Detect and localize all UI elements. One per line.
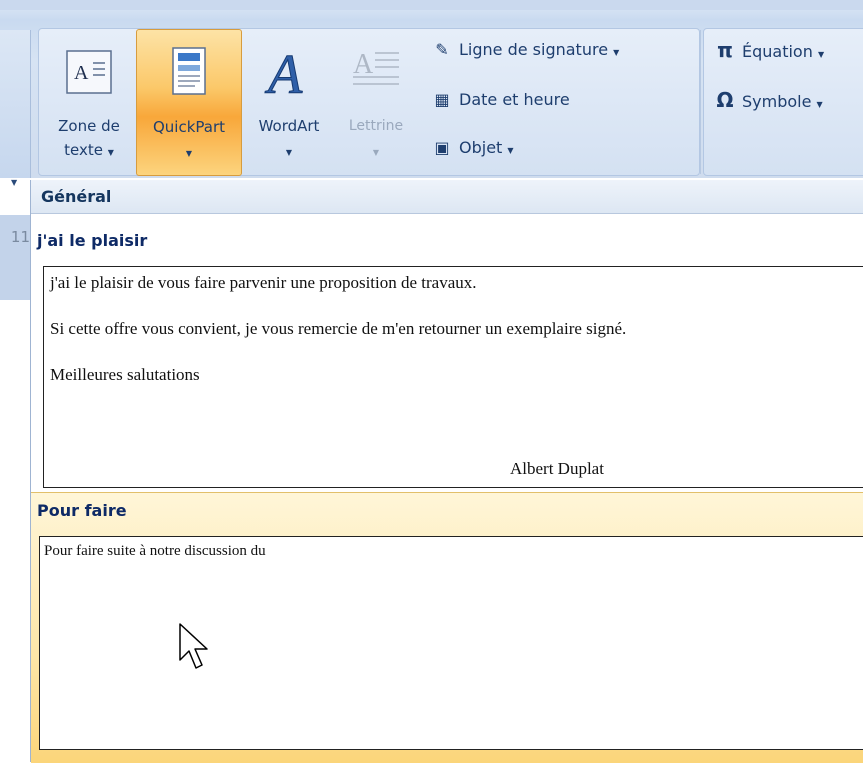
svg-text:A: A: [264, 44, 303, 99]
chevron-down-icon: ▼: [285, 148, 293, 157]
symbol-button[interactable]: Ω Symbole ▼: [714, 83, 823, 117]
ribbon: ▼ A Zone de texte ▼ QuickPart ▼ A WordAr…: [0, 0, 863, 187]
dropcap-icon: A: [353, 49, 399, 85]
quickpart-icon: [172, 47, 206, 95]
preview-line: Meilleures salutations: [50, 365, 200, 384]
svg-text:A: A: [353, 49, 374, 80]
text-box-icon: A: [66, 50, 112, 94]
chevron-down-icon: ▼: [372, 148, 380, 157]
chevron-down-icon: ▼: [507, 146, 514, 155]
quickpart-gallery: Général j'ai le plaisir j'ai le plaisir …: [30, 180, 863, 763]
chevron-down-icon: ▼: [107, 148, 114, 157]
quickpart-label: QuickPart: [152, 118, 226, 136]
text-box-label-line2: texte ▼: [64, 141, 114, 159]
wordart-label: WordArt: [258, 117, 320, 135]
dropcap-button[interactable]: A Lettrine ▼: [337, 29, 415, 174]
chevron-down-icon: ▼: [816, 100, 823, 109]
chevron-down-icon: ▼: [185, 149, 193, 158]
wordart-icon: A: [264, 44, 304, 100]
gallery-entry-preview[interactable]: j'ai le plaisir de vous faire parvenir u…: [43, 266, 863, 488]
gallery-entry-preview[interactable]: Pour faire suite à notre discussion du: [39, 536, 863, 750]
text-group: A Zone de texte ▼ QuickPart ▼ A WordArt …: [38, 28, 700, 176]
object-button[interactable]: ▣ Objet ▼: [431, 131, 514, 165]
omega-icon: Ω: [716, 88, 734, 112]
previous-group-stub: ▼: [0, 30, 31, 187]
gallery-entry-title[interactable]: Pour faire: [31, 496, 863, 526]
pi-icon: π: [717, 38, 733, 62]
gallery-category-header: Général: [31, 180, 863, 214]
chevron-down-icon: ▼: [817, 50, 825, 59]
ribbon-top-strip: [0, 0, 863, 10]
equation-button[interactable]: π Équation ▼: [714, 33, 824, 67]
preview-signature: Albert Duplat: [510, 459, 604, 478]
pen-icon: ✎: [435, 40, 449, 59]
dropdown-arrow-icon[interactable]: ▼: [11, 178, 17, 187]
chevron-down-icon: ▼: [613, 48, 620, 57]
text-box-label-line1: Zone de: [58, 117, 120, 135]
gallery-entry-title[interactable]: j'ai le plaisir: [31, 226, 863, 256]
document-page: [0, 300, 30, 762]
signature-line-button[interactable]: ✎ Ligne de signature ▼: [431, 33, 619, 67]
preview-line: j'ai le plaisir de vous faire parvenir u…: [50, 273, 477, 292]
mouse-cursor-icon: [179, 623, 208, 669]
svg-text:A: A: [74, 62, 89, 84]
wordart-button[interactable]: A WordArt ▼: [242, 29, 336, 174]
preview-line: Pour faire suite à notre discussion du: [44, 543, 266, 559]
preview-line: Si cette offre vous convient, je vous re…: [50, 319, 627, 338]
calendar-icon: ▦: [434, 90, 450, 109]
symbols-group: π Équation ▼ Ω Symbole ▼: [703, 28, 863, 176]
dropcap-label: Lettrine: [348, 118, 404, 134]
group-separator: [700, 30, 701, 174]
date-time-button[interactable]: ▦ Date et heure: [431, 83, 569, 117]
object-icon: ▣: [434, 138, 450, 157]
ruler-number: 11: [10, 228, 30, 246]
text-box-button[interactable]: A Zone de texte ▼: [43, 29, 135, 174]
quickpart-button[interactable]: QuickPart ▼: [136, 29, 242, 176]
